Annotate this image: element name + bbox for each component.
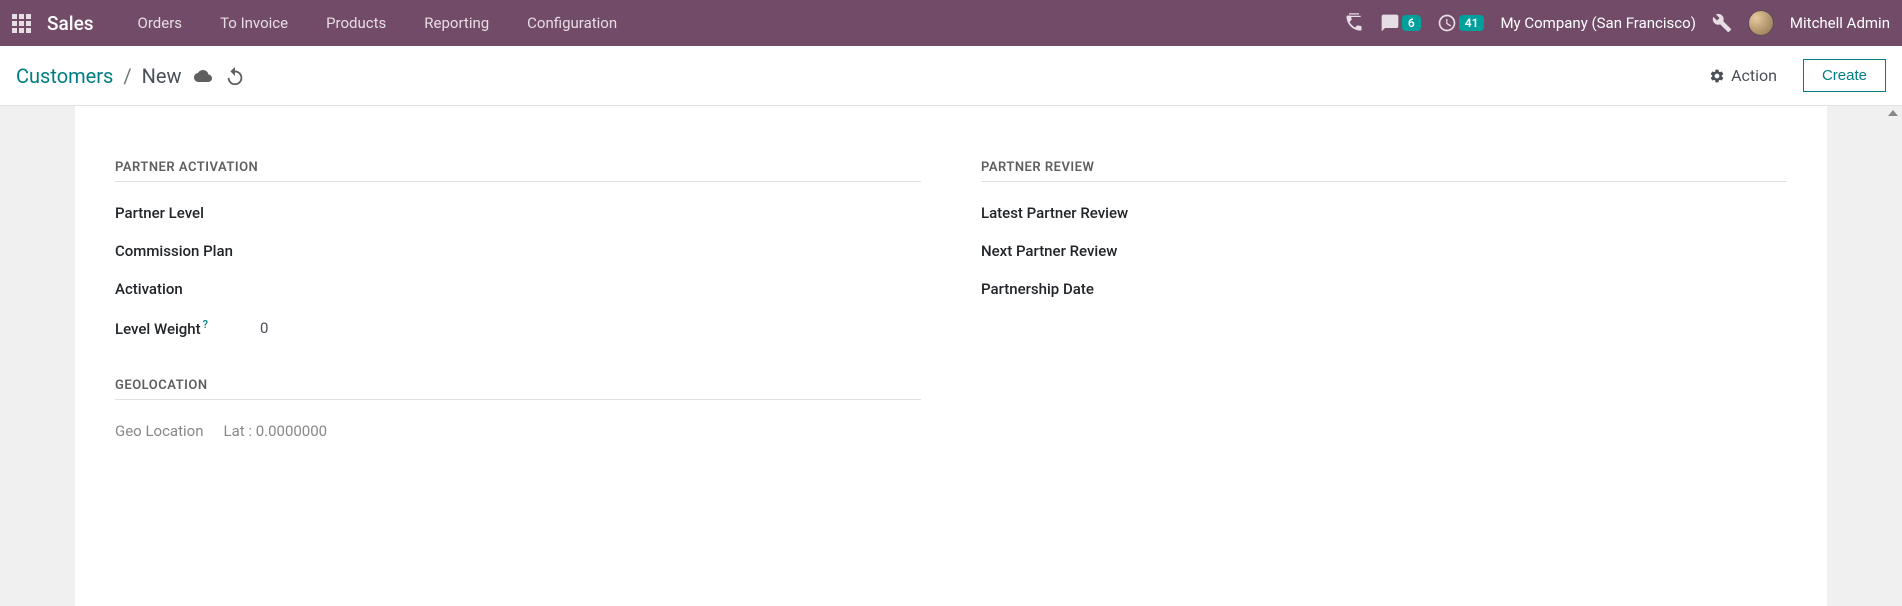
scroll-up-arrow-icon[interactable] [1888, 110, 1898, 116]
apps-menu-icon[interactable] [12, 14, 31, 33]
field-partner-level: Partner Level [115, 204, 921, 222]
label-next-review: Next Partner Review [981, 242, 1117, 260]
breadcrumb-customers[interactable]: Customers [16, 64, 113, 88]
section-partner-activation: PARTNER ACTIVATION [115, 160, 921, 182]
user-name[interactable]: Mitchell Admin [1790, 14, 1890, 32]
label-geo-location: Geo Location [115, 422, 203, 440]
topbar-right-section: 6 41 My Company (San Francisco) Mitchell… [1344, 10, 1890, 36]
company-selector[interactable]: My Company (San Francisco) [1500, 14, 1695, 32]
tools-icon[interactable] [1712, 13, 1732, 33]
section-partner-review: PARTNER REVIEW [981, 160, 1787, 182]
nav-configuration[interactable]: Configuration [513, 14, 631, 32]
activities-icon[interactable]: 41 [1437, 13, 1485, 33]
discard-icon[interactable] [224, 65, 246, 87]
user-avatar[interactable] [1748, 10, 1774, 36]
breadcrumb: Customers / New [16, 64, 246, 88]
label-commission-plan: Commission Plan [115, 242, 260, 260]
phone-icon[interactable] [1344, 13, 1364, 33]
nav-to-invoice[interactable]: To Invoice [206, 14, 302, 32]
content-wrapper: PARTNER ACTIVATION Partner Level Commiss… [0, 106, 1902, 606]
left-column: PARTNER ACTIVATION Partner Level Commiss… [115, 136, 921, 440]
activities-badge: 41 [1459, 15, 1485, 31]
section-geolocation: GEOLOCATION [115, 378, 921, 400]
gear-icon [1709, 68, 1725, 84]
action-label: Action [1731, 66, 1777, 85]
value-level-weight[interactable]: 0 [260, 319, 268, 337]
label-activation: Activation [115, 280, 260, 298]
field-level-weight: Level Weight? 0 [115, 318, 921, 338]
field-activation: Activation [115, 280, 921, 298]
control-bar: Customers / New Action Create [0, 46, 1902, 106]
action-dropdown[interactable]: Action [1697, 60, 1789, 91]
label-latest-review: Latest Partner Review [981, 204, 1128, 222]
label-partnership-date: Partnership Date [981, 280, 1094, 298]
nav-reporting[interactable]: Reporting [410, 14, 503, 32]
help-icon[interactable]: ? [203, 318, 208, 331]
messages-icon[interactable]: 6 [1380, 13, 1421, 33]
nav-orders[interactable]: Orders [124, 14, 197, 32]
scrollbar[interactable] [1884, 106, 1902, 606]
field-latest-review: Latest Partner Review [981, 204, 1787, 222]
create-button[interactable]: Create [1803, 59, 1886, 92]
value-geo-lat: Lat : 0.0000000 [223, 422, 327, 440]
field-next-review: Next Partner Review [981, 242, 1787, 260]
right-column: PARTNER REVIEW Latest Partner Review Nex… [981, 136, 1787, 440]
label-partner-level: Partner Level [115, 204, 260, 222]
app-title[interactable]: Sales [47, 12, 94, 35]
breadcrumb-separator: / [123, 64, 131, 88]
messages-badge: 6 [1402, 15, 1421, 31]
save-cloud-icon[interactable] [192, 67, 214, 85]
field-geo-location: Geo Location Lat : 0.0000000 [115, 422, 921, 440]
field-commission-plan: Commission Plan [115, 242, 921, 260]
breadcrumb-current: New [142, 64, 182, 88]
form-sheet: PARTNER ACTIVATION Partner Level Commiss… [75, 106, 1827, 606]
nav-products[interactable]: Products [312, 14, 400, 32]
top-navigation-bar: Sales Orders To Invoice Products Reporti… [0, 0, 1902, 46]
label-level-weight: Level Weight? [115, 318, 260, 338]
field-partnership-date: Partnership Date [981, 280, 1787, 298]
